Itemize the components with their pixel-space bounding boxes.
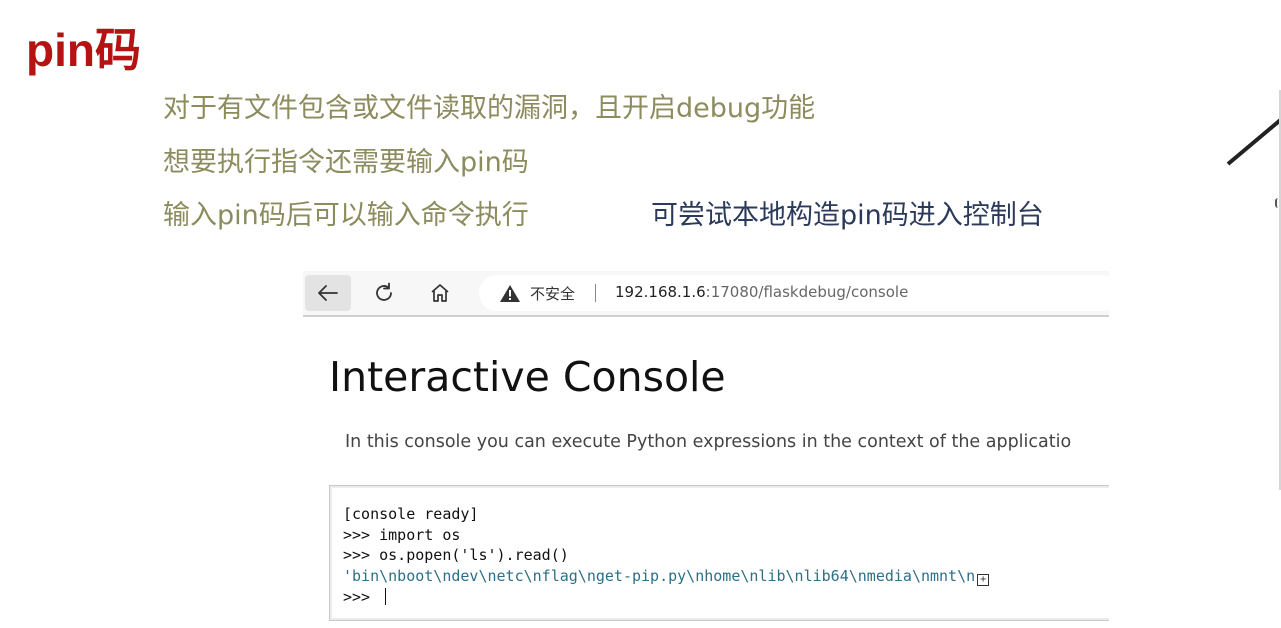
url-text[interactable]: 192.168.1.6:17080/flaskdebug/console: [615, 283, 908, 301]
page-description: In this console you can execute Python e…: [345, 432, 1072, 452]
bullet-2: 想要执行指令还需要输入pin码: [163, 147, 529, 178]
console-output-line: 'bin\nboot\ndev\netc\nflag\nget-pip.py\n…: [343, 566, 990, 586]
console-input-line[interactable]: >>>: [343, 587, 387, 607]
url-path: :17080/flaskdebug/console: [705, 283, 909, 301]
page-title: Interactive Console: [329, 353, 726, 401]
slide-title: pin码: [26, 24, 141, 76]
console-line: >>> import os: [343, 526, 461, 544]
expand-icon[interactable]: +: [977, 574, 990, 586]
text-cursor: [385, 588, 387, 605]
back-button[interactable]: [305, 275, 351, 311]
home-button[interactable]: [417, 275, 463, 311]
browser-screenshot: 不安全 192.168.1.6:17080/flaskdebug/console…: [303, 271, 1109, 628]
console-box[interactable]: [console ready] >>> import os >>> os.pop…: [329, 485, 1109, 621]
console-prompt: >>>: [343, 588, 380, 606]
console-output-text: 'bin\nboot\ndev\netc\nflag\nget-pip.py\n…: [343, 567, 976, 585]
url-separator: [595, 284, 596, 302]
console-line: [console ready]: [343, 505, 479, 523]
reload-icon: [376, 282, 392, 301]
bullet-1: 对于有文件包含或文件读取的漏洞，且开启debug功能: [163, 93, 816, 124]
arrow-left-icon: [318, 285, 338, 301]
url-host: 192.168.1.6: [615, 283, 706, 301]
address-bar[interactable]: 不安全 192.168.1.6:17080/flaskdebug/console: [479, 275, 1109, 311]
home-icon: [431, 284, 449, 302]
browser-toolbar: 不安全 192.168.1.6:17080/flaskdebug/console: [303, 271, 1109, 317]
security-status[interactable]: 不安全: [530, 283, 575, 304]
console-line: >>> os.popen('ls').read(): [343, 546, 569, 564]
bullet-3: 输入pin码后可以输入命令执行: [163, 200, 529, 231]
side-note: 可尝试本地构造pin码进入控制台: [651, 200, 1044, 231]
reload-button[interactable]: [361, 275, 407, 311]
warning-triangle-icon[interactable]: [499, 284, 521, 303]
annotation-line: [1226, 111, 1281, 166]
